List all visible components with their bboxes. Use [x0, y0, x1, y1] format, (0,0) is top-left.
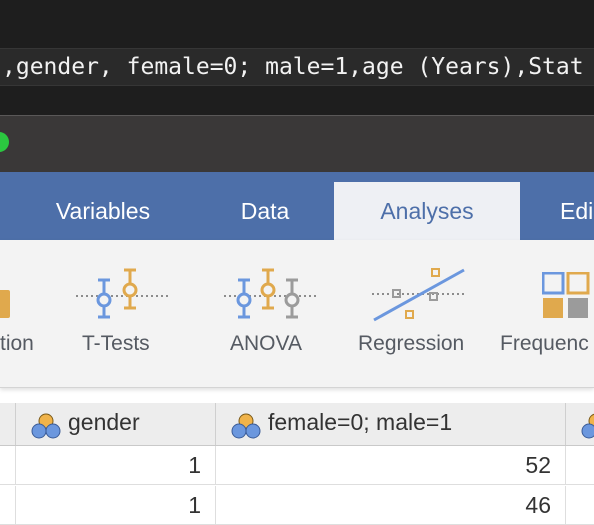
- column-name-female-male: female=0; male=1: [268, 409, 453, 435]
- analyses-ribbon: tion T-Tests ANOVA Regression Frequenc: [0, 240, 594, 388]
- ribbon-regression[interactable]: Regression: [356, 240, 482, 387]
- table-cell-gender[interactable]: 1: [16, 446, 216, 484]
- data-spreadsheet: gender female=0; male=1 1 52 1 46: [0, 403, 594, 525]
- ribbon-frequencies[interactable]: Frequenc: [498, 240, 594, 387]
- column-header-row: gender female=0; male=1: [0, 403, 594, 446]
- terminal-text[interactable]: ,gender, female=0; male=1,age (Years),St…: [2, 53, 584, 81]
- nominal-variable-icon: [581, 413, 594, 439]
- anova-icon: [224, 268, 316, 319]
- table-cell[interactable]: [566, 446, 594, 484]
- ribbon-label-t-tests: T-Tests: [82, 332, 150, 355]
- tab-variables[interactable]: Variables: [0, 182, 206, 240]
- maximize-button[interactable]: [0, 132, 9, 152]
- ribbon-anova[interactable]: ANOVA: [220, 240, 320, 387]
- table-cell[interactable]: [0, 446, 16, 484]
- table-row: 1 52: [0, 446, 594, 485]
- terminal-window: ,gender, female=0; male=1,age (Years),St…: [0, 0, 594, 115]
- ribbon-label-frequencies: Frequenc: [500, 332, 589, 355]
- table-row: 1 46: [0, 486, 594, 525]
- frequencies-icon: [542, 272, 590, 318]
- nominal-variable-icon: [231, 413, 261, 439]
- tab-analyses[interactable]: Analyses: [334, 182, 520, 240]
- column-header-next[interactable]: [566, 403, 594, 445]
- nominal-variable-icon: [31, 413, 61, 439]
- table-cell[interactable]: [0, 486, 16, 524]
- ribbon-label-anova: ANOVA: [230, 332, 302, 355]
- tab-data[interactable]: Data: [206, 182, 324, 240]
- ribbon-exploration[interactable]: tion: [0, 240, 60, 387]
- column-name-gender: gender: [68, 409, 140, 435]
- column-header-gender[interactable]: gender: [16, 403, 216, 445]
- t-tests-icon: [76, 268, 168, 319]
- window-titlebar: [0, 115, 594, 173]
- table-cell-female-male[interactable]: 52: [216, 446, 566, 484]
- ribbon-label-regression: Regression: [358, 332, 465, 355]
- column-header-female-male[interactable]: female=0; male=1: [216, 403, 566, 445]
- table-cell-female-male[interactable]: 46: [216, 486, 566, 524]
- table-cell-gender[interactable]: 1: [16, 486, 216, 524]
- terminal-highlighted-line: ,gender, female=0; male=1,age (Years),St…: [0, 48, 594, 86]
- exploration-icon: [0, 290, 10, 318]
- table-cell[interactable]: [566, 486, 594, 524]
- regression-icon: [372, 268, 466, 322]
- column-header-partial[interactable]: [0, 403, 16, 445]
- ribbon-t-tests[interactable]: T-Tests: [70, 240, 174, 387]
- ribbon-label-exploration: tion: [0, 332, 34, 355]
- main-tab-bar: Variables Data Analyses Edi: [0, 172, 594, 240]
- tab-edit[interactable]: Edi: [520, 182, 594, 240]
